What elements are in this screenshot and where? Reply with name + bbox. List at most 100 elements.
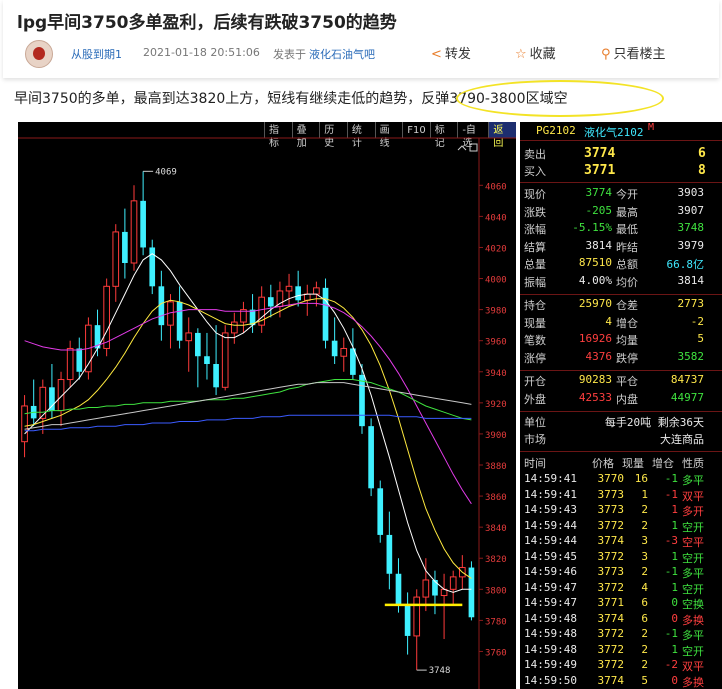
divider	[520, 182, 722, 183]
tick-time: 14:59:47	[524, 580, 577, 594]
tick-row: 14:59:47 3772 4 1 空开	[520, 581, 722, 598]
badge: M	[648, 122, 655, 133]
forum-link[interactable]: 液化石油气吧	[309, 46, 375, 62]
buy-row: 买入 3771 8	[520, 163, 722, 180]
stat-label: 外盘	[524, 392, 546, 406]
tick-row: 14:59:43 3773 2 1 多开	[520, 503, 722, 520]
tick-row: 14:59:46 3773 2 -1 多平	[520, 565, 722, 582]
candle-body	[140, 200, 146, 248]
price-axis-label: 3860	[485, 493, 507, 503]
tick-row: 14:59:41 3773 1 -1 双平	[520, 488, 722, 505]
candle-body	[103, 285, 110, 349]
candle-body	[122, 231, 128, 263]
author-link[interactable]: 从股到期1	[71, 46, 122, 62]
col-vol: 现量	[622, 457, 644, 470]
stat-label: 现价	[524, 188, 546, 201]
tick-time: 14:59:50	[524, 673, 577, 687]
candle-body	[432, 579, 438, 596]
candle-body	[368, 426, 374, 489]
stat-row: 外盘 42533 内盘 44977	[520, 391, 722, 408]
candle-body	[204, 356, 210, 364]
stat-value: -5.15%	[572, 221, 612, 234]
stat-row: 涨跌 -205 最高 3907	[520, 204, 722, 221]
candle-body	[340, 347, 348, 357]
price-axis-label: 4060	[485, 182, 507, 192]
candle-body	[66, 347, 74, 381]
candle-body	[21, 405, 28, 443]
stat-value: 3907	[677, 203, 705, 217]
kline-chart[interactable]: 指标 叠加 历史 统计 画线 F10 标记 -自选 返回 4060 4040 4020 4000 398…	[18, 122, 516, 689]
tick-time: 14:59:41	[524, 487, 577, 501]
candle-body	[377, 488, 384, 535]
stat-value: 16926	[578, 332, 612, 345]
stat-label: 总额	[616, 258, 638, 271]
divider	[520, 451, 722, 452]
tick-vol: 6	[641, 596, 648, 609]
maximize-icon	[469, 143, 478, 152]
tick-row: 14:59:41 3770 16 -1 多平	[520, 472, 722, 489]
stat-label: 增仓	[616, 316, 638, 330]
col-oi: 增仓	[652, 457, 674, 470]
stat-row: 持仓 25970 仓差 2773	[520, 297, 722, 314]
stat-value: -2	[690, 314, 704, 328]
candle-body	[285, 285, 293, 292]
low-annotation: 3748	[429, 666, 451, 676]
stat-value: 87510	[578, 256, 612, 269]
market-label: 市场	[524, 433, 546, 446]
tick-vol: 5	[641, 673, 648, 687]
avatar[interactable]	[25, 40, 53, 68]
tick-type: 多平	[682, 567, 704, 580]
price-axis-label: 3900	[485, 431, 507, 441]
tick-row: 14:59:48 3772 2 1 空开	[520, 643, 722, 660]
candle-body	[112, 231, 120, 287]
ma-line	[24, 382, 472, 430]
tick-vol: 2	[641, 503, 648, 516]
tick-type: 多开	[682, 505, 704, 518]
tick-type: 空开	[682, 520, 704, 534]
tick-vol: 2	[641, 627, 648, 640]
divider	[520, 140, 722, 141]
tick-row: 14:59:45 3772 3 1 空开	[520, 550, 722, 567]
tick-price: 3772	[597, 658, 625, 671]
sell-qty: 6	[698, 146, 706, 161]
tick-type: 空平	[682, 536, 704, 549]
tick-price: 3772	[597, 580, 625, 594]
tick-time: 14:59:45	[524, 549, 577, 563]
tick-time: 14:59:44	[524, 534, 577, 547]
stat-value: 3774	[585, 186, 613, 199]
tick-oi: -1	[664, 565, 678, 578]
contract-name: 液化气2102	[584, 126, 644, 139]
unit-label: 单位	[524, 416, 546, 429]
post-body-text: 早间3750的多单，最高到达3820上方，短线有继续走低的趋势，	[14, 91, 422, 107]
stat-value: 4	[605, 314, 612, 328]
price-axis-label: 3920	[485, 400, 507, 410]
candle-body	[221, 332, 229, 388]
col-time: 时间	[524, 457, 546, 470]
tick-time: 14:59:48	[524, 642, 577, 656]
tick-type: 多平	[682, 474, 704, 487]
divider	[520, 370, 722, 371]
only-op-button[interactable]: ⚲ 只看楼主	[601, 43, 666, 62]
tick-time: 14:59:46	[524, 565, 577, 578]
candle-body	[303, 293, 311, 301]
candle-body	[49, 387, 55, 411]
stat-row: 涨停 4376 跌停 3582	[520, 350, 722, 367]
forward-button[interactable]: < 转发	[431, 43, 471, 62]
tick-type: 双平	[682, 489, 704, 503]
tick-oi: -3	[664, 534, 678, 547]
post-title: lpg早间3750多单盈利，后续有跌破3750的趋势	[17, 13, 397, 33]
tick-vol: 6	[641, 611, 648, 625]
buy-qty: 8	[698, 163, 706, 178]
candle-body	[395, 573, 402, 605]
favorite-button[interactable]: ☆ 收藏	[515, 43, 556, 62]
tick-oi: 1	[671, 580, 678, 594]
tick-type: 多换	[682, 675, 704, 689]
stat-value: 3979	[677, 238, 705, 252]
sell-row: 卖出 3774 6	[520, 146, 722, 163]
quote-header: PG2102 液化气2102 M	[520, 122, 722, 139]
price-axis-label: 3840	[485, 524, 507, 534]
kline-svg[interactable]: 4060 4040 4020 4000 3980 3960 3940 3920 3900 3880…	[18, 122, 516, 689]
highlight-ellipse	[456, 80, 664, 117]
chevron-up-icon	[457, 145, 467, 151]
stat-label: 开仓	[524, 375, 546, 388]
